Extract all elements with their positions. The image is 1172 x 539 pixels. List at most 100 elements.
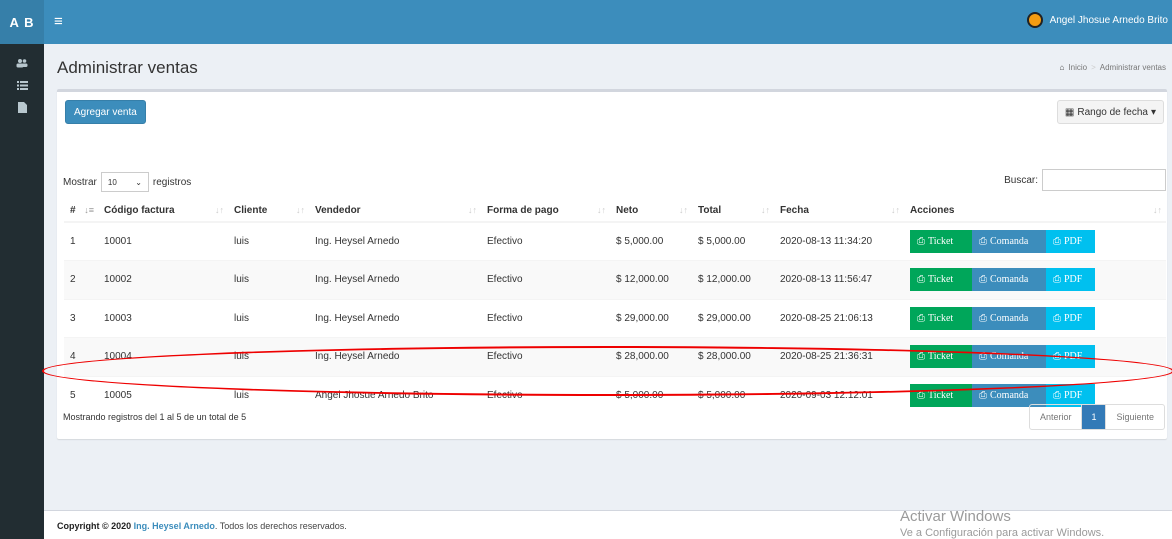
ticket-button[interactable]: ⎙ Ticket bbox=[910, 384, 972, 407]
print-icon: ⎙ bbox=[917, 312, 925, 324]
comanda-button[interactable]: ⎙ Comanda bbox=[972, 230, 1046, 253]
add-sale-button[interactable]: Agregar venta bbox=[65, 100, 146, 124]
ticket-label: Ticket bbox=[928, 274, 954, 286]
sidebar-item-sales[interactable] bbox=[0, 74, 44, 96]
breadcrumb: ⌂ Inicio > Administrar ventas bbox=[1060, 63, 1166, 72]
sort-icon: ↓↑ bbox=[597, 205, 606, 215]
sidebar-item-users[interactable] bbox=[0, 52, 44, 74]
col-header-payment[interactable]: Forma de pago ↓↑ bbox=[481, 199, 610, 223]
sort-icon: ↓↑ bbox=[296, 205, 305, 215]
ticket-label: Ticket bbox=[928, 351, 954, 363]
cell-date: 2020-08-13 11:34:20 bbox=[774, 221, 904, 261]
print-icon: ⎙ bbox=[917, 236, 925, 247]
sort-icon: ↓↑ bbox=[215, 205, 224, 215]
col-header-net[interactable]: Neto ↓↑ bbox=[610, 199, 692, 223]
page-title: Administrar ventas bbox=[57, 58, 198, 77]
comanda-button[interactable]: ⎙ Comanda bbox=[972, 306, 1046, 330]
ticket-button[interactable]: ⎙ Ticket bbox=[910, 268, 972, 292]
breadcrumb-separator: > bbox=[1091, 63, 1096, 72]
page-length-value: 10 bbox=[107, 177, 117, 187]
cell-date: 2020-09-03 12:12:01 bbox=[774, 375, 904, 415]
page-length-select[interactable]: 10 ⌄ bbox=[100, 172, 149, 192]
cell-payment: Efectivo bbox=[481, 298, 610, 338]
col-header-total[interactable]: Total ↓↑ bbox=[692, 199, 774, 223]
cell-index: 2 bbox=[64, 260, 98, 299]
col-header-index[interactable]: # ↓≡ bbox=[64, 199, 98, 223]
print-icon: ⎙ bbox=[979, 236, 987, 247]
file-icon bbox=[17, 101, 27, 113]
cell-payment: Efectivo bbox=[481, 375, 610, 415]
ticket-label: Ticket bbox=[928, 312, 954, 324]
cell-net: $ 28,000.00 bbox=[610, 337, 692, 376]
col-header-actions[interactable]: Acciones ↓↑ bbox=[904, 199, 1166, 223]
sales-table: # ↓≡ Código factura ↓↑ Cliente ↓↑ Vendedor ↓… bbox=[64, 199, 1166, 415]
breadcrumb-home[interactable]: Inicio bbox=[1068, 63, 1087, 72]
cell-date: 2020-08-13 11:56:47 bbox=[774, 260, 904, 299]
comanda-label: Comanda bbox=[990, 351, 1029, 363]
cell-client: luis bbox=[228, 375, 309, 415]
cell-total: $ 5,000.00 bbox=[692, 375, 774, 415]
watermark-line-2: Ve a Configuración para activar Windows. bbox=[900, 527, 1105, 539]
comanda-label: Comanda bbox=[990, 390, 1029, 401]
cell-client: luis bbox=[228, 260, 309, 299]
user-menu[interactable]: Angel Jhosue Arnedo Brito bbox=[1026, 12, 1168, 28]
ticket-button[interactable]: ⎙ Ticket bbox=[910, 230, 972, 253]
date-range-button[interactable]: ▦ Rango de fecha ▾ bbox=[1056, 100, 1164, 124]
col-header-seller[interactable]: Vendedor ↓↑ bbox=[309, 199, 481, 223]
cell-seller: Ing. Heysel Arnedo bbox=[309, 337, 481, 376]
ticket-label: Ticket bbox=[928, 390, 954, 401]
print-icon: ⎙ bbox=[979, 312, 987, 324]
pdf-button[interactable]: ⎙ PDF bbox=[1046, 268, 1095, 292]
app-logo[interactable]: A B bbox=[0, 0, 44, 44]
search-input[interactable] bbox=[1042, 169, 1166, 191]
pdf-label: PDF bbox=[1064, 274, 1083, 286]
comanda-button[interactable]: ⎙ Comanda bbox=[972, 345, 1046, 369]
cell-seller: Ing. Heysel Arnedo bbox=[309, 221, 481, 261]
cell-client: luis bbox=[228, 221, 309, 261]
table-row: 2 10002 luis Ing. Heysel Arnedo Efectivo $ 12… bbox=[64, 260, 1166, 299]
page-length-control: Mostrar 10 ⌄ registros bbox=[63, 172, 191, 192]
pagination-prev-button[interactable]: Anterior bbox=[1030, 405, 1082, 429]
pagination-page-button[interactable]: 1 bbox=[1081, 405, 1106, 429]
cell-payment: Efectivo bbox=[481, 260, 610, 299]
pdf-button[interactable]: ⎙ PDF bbox=[1046, 230, 1095, 253]
pdf-label: PDF bbox=[1064, 312, 1083, 324]
table-row: 5 10005 luis Angel Jhosue Arnedo Brito Efect… bbox=[64, 375, 1166, 415]
menu-toggle-icon[interactable]: ≡ bbox=[54, 13, 72, 31]
cell-client: luis bbox=[228, 337, 309, 376]
print-icon: ⎙ bbox=[917, 274, 925, 286]
cell-client: luis bbox=[228, 298, 309, 338]
copyright-prefix: Copyright © 2020 bbox=[57, 521, 132, 531]
print-icon: ⎙ bbox=[1053, 390, 1061, 401]
pdf-label: PDF bbox=[1064, 390, 1083, 401]
cell-index: 4 bbox=[64, 337, 98, 376]
sort-icon: ↓↑ bbox=[468, 205, 477, 215]
cell-total: $ 5,000.00 bbox=[692, 221, 774, 261]
print-icon: ⎙ bbox=[917, 351, 925, 363]
pagination-next-button[interactable]: Siguiente bbox=[1105, 405, 1164, 429]
comanda-button[interactable]: ⎙ Comanda bbox=[972, 268, 1046, 292]
ticket-button[interactable]: ⎙ Ticket bbox=[910, 306, 972, 330]
col-header-code[interactable]: Código factura ↓↑ bbox=[98, 199, 228, 223]
footer-author-link[interactable]: Ing. Heysel Arnedo bbox=[134, 521, 215, 531]
comanda-label: Comanda bbox=[990, 274, 1029, 286]
dashboard-icon: ⌂ bbox=[1059, 63, 1065, 72]
print-icon: ⎙ bbox=[979, 351, 987, 363]
cell-payment: Efectivo bbox=[481, 221, 610, 261]
sidebar bbox=[0, 44, 44, 539]
caret-down-icon: ▾ bbox=[1150, 106, 1156, 118]
sidebar-item-reports[interactable] bbox=[0, 96, 44, 118]
cell-code: 10005 bbox=[98, 375, 228, 415]
table-row: 3 10003 luis Ing. Heysel Arnedo Efectivo $ 29… bbox=[64, 298, 1166, 338]
pdf-label: PDF bbox=[1064, 351, 1083, 363]
chevron-down-icon: ⌄ bbox=[135, 177, 142, 187]
ticket-button[interactable]: ⎙ Ticket bbox=[910, 345, 972, 369]
col-header-client[interactable]: Cliente ↓↑ bbox=[228, 199, 309, 223]
length-suffix: registros bbox=[152, 176, 192, 188]
pdf-button[interactable]: ⎙ PDF bbox=[1046, 306, 1095, 330]
col-header-date[interactable]: Fecha ↓↑ bbox=[774, 199, 904, 223]
cell-seller: Ing. Heysel Arnedo bbox=[309, 298, 481, 338]
cell-actions: ⎙ Ticket ⎙ Comanda ⎙ PDF bbox=[904, 337, 1166, 376]
pdf-button[interactable]: ⎙ PDF bbox=[1046, 345, 1095, 369]
table-row: 4 10004 luis Ing. Heysel Arnedo Efectivo $ 28… bbox=[64, 337, 1166, 376]
